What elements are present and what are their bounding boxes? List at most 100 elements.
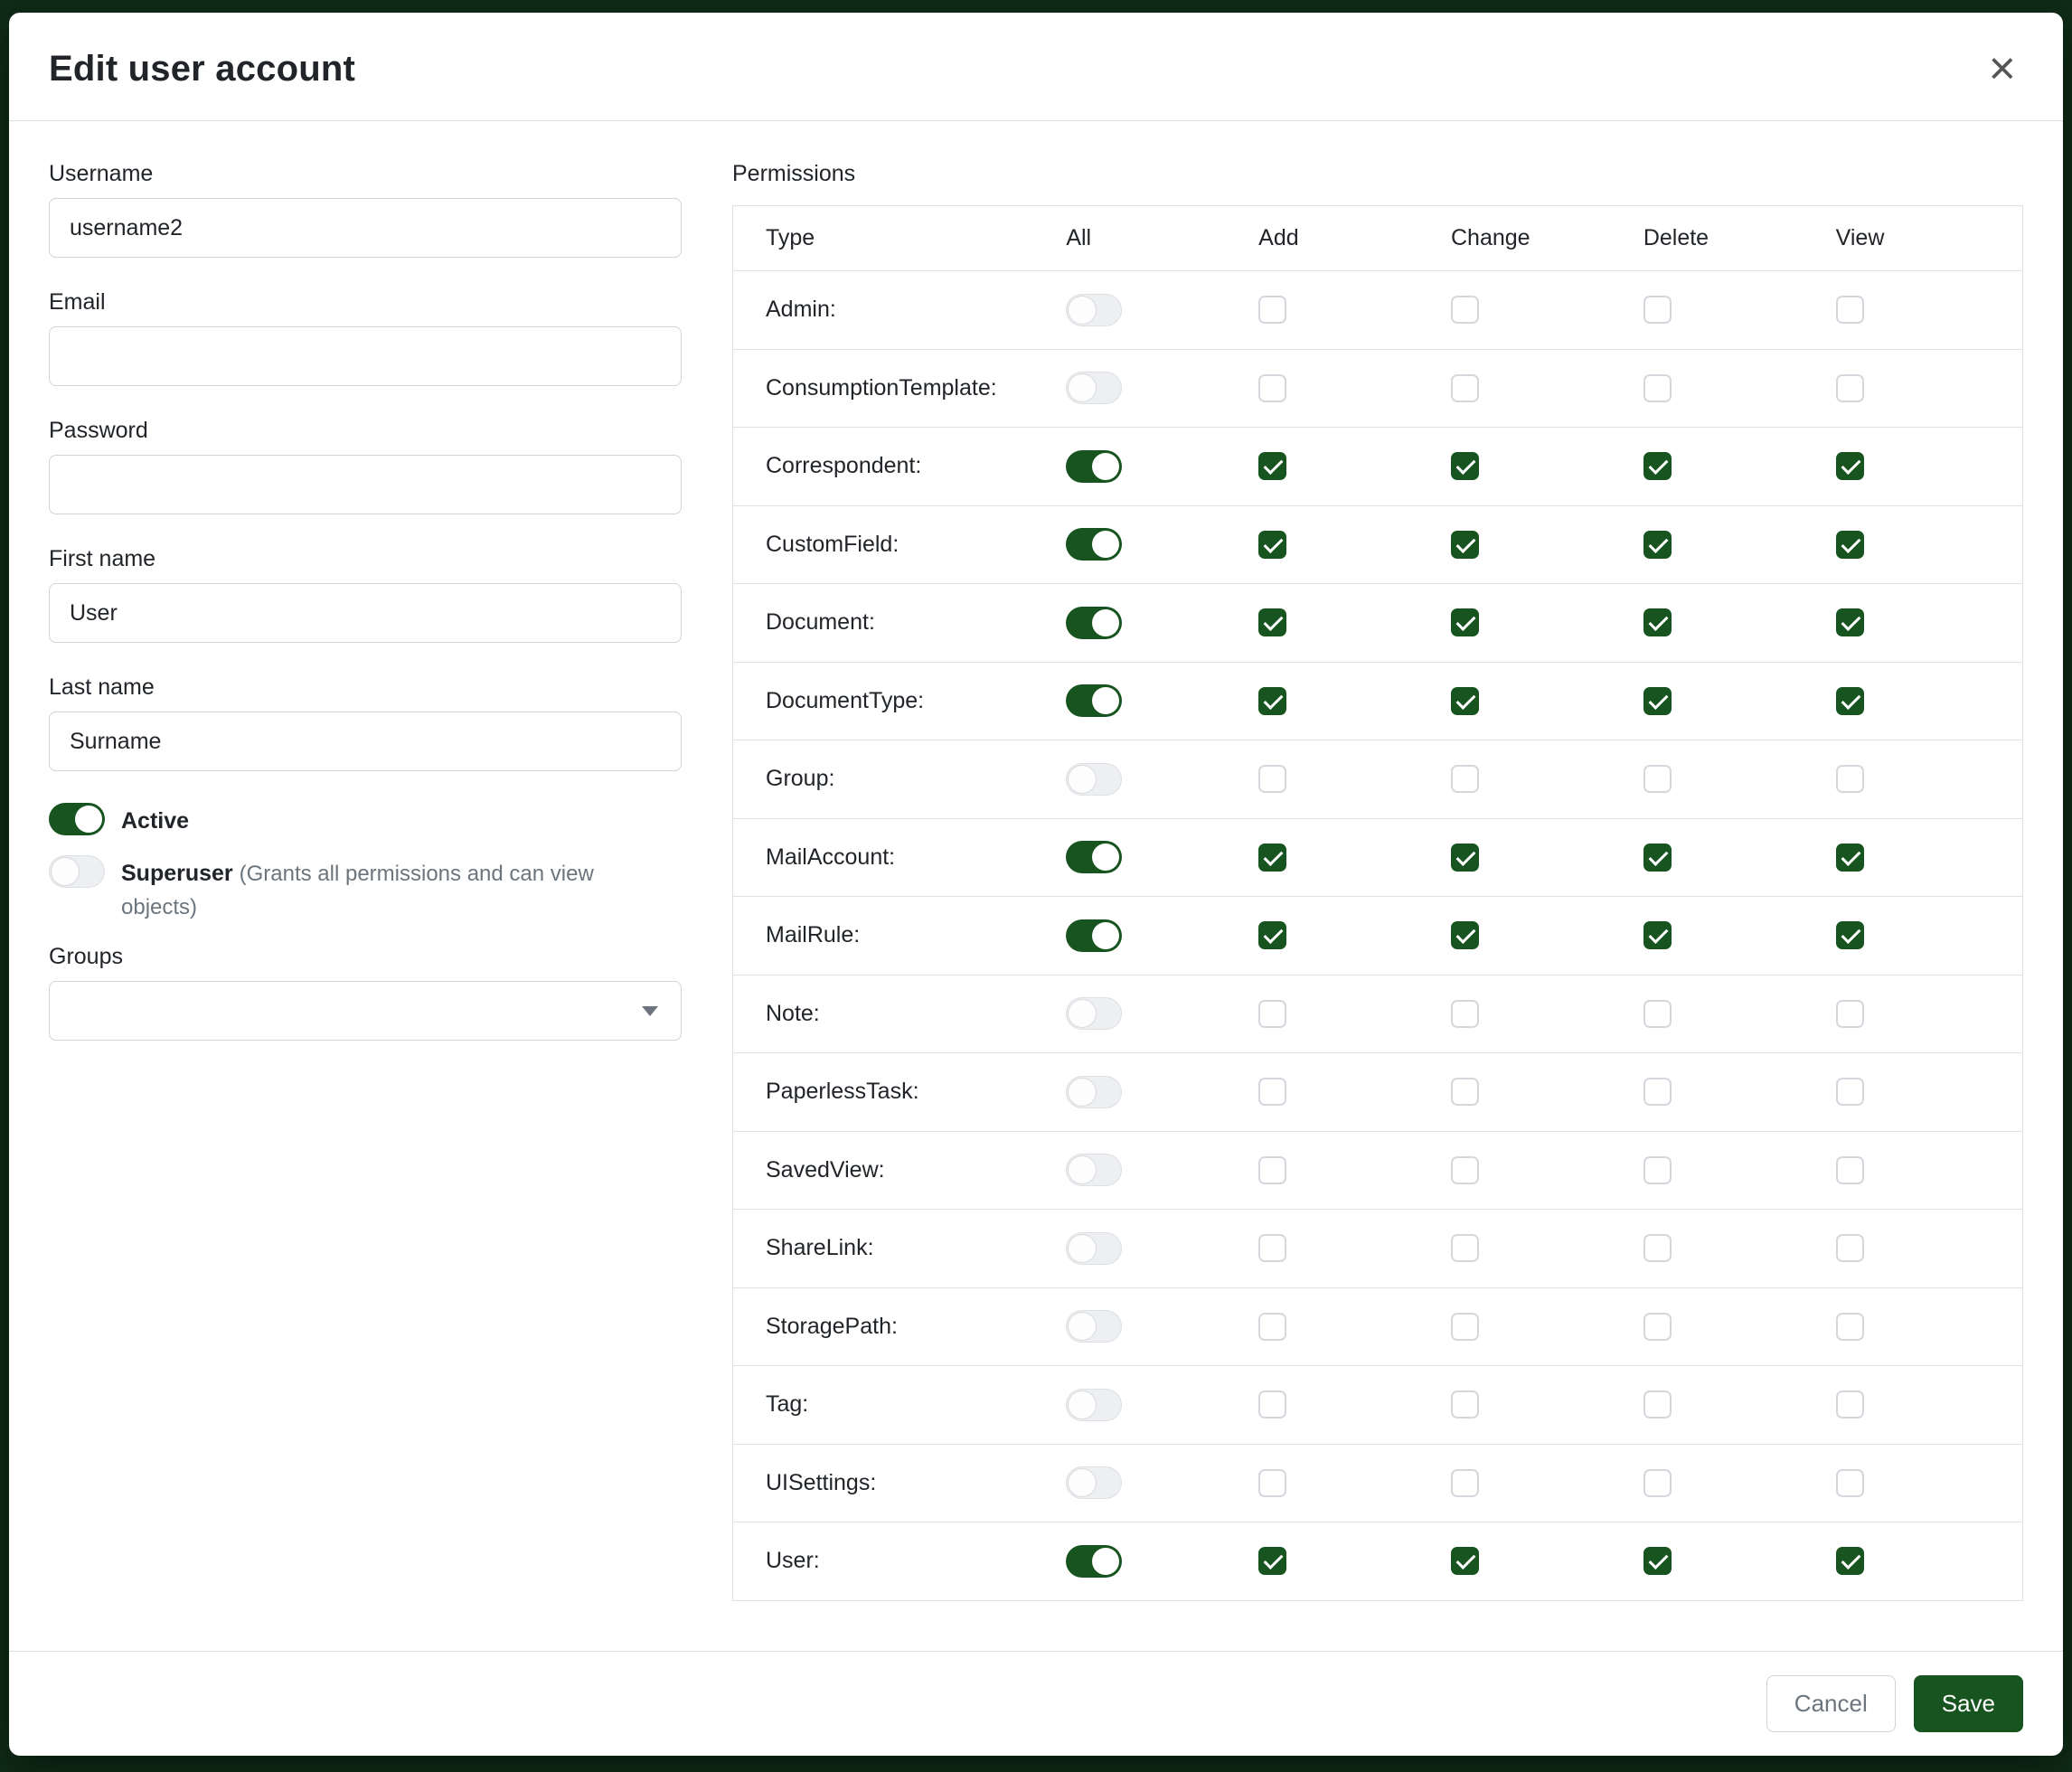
all-toggle[interactable] <box>1066 1310 1122 1343</box>
view-checkbox[interactable] <box>1836 1547 1864 1575</box>
delete-checkbox[interactable] <box>1643 296 1672 324</box>
delete-checkbox[interactable] <box>1643 844 1672 872</box>
add-checkbox[interactable] <box>1258 1547 1286 1575</box>
delete-checkbox[interactable] <box>1643 374 1672 402</box>
delete-checkbox[interactable] <box>1643 1234 1672 1262</box>
add-checkbox[interactable] <box>1258 1078 1286 1106</box>
add-checkbox[interactable] <box>1258 531 1286 559</box>
view-checkbox[interactable] <box>1836 1156 1864 1184</box>
view-checkbox[interactable] <box>1836 1078 1864 1106</box>
change-checkbox[interactable] <box>1451 1390 1479 1419</box>
delete-checkbox[interactable] <box>1643 921 1672 949</box>
all-toggle[interactable] <box>1066 763 1122 796</box>
view-checkbox[interactable] <box>1836 452 1864 480</box>
all-toggle[interactable] <box>1066 1076 1122 1108</box>
view-checkbox[interactable] <box>1836 531 1864 559</box>
all-toggle[interactable] <box>1066 1154 1122 1186</box>
delete-checkbox[interactable] <box>1643 1469 1672 1497</box>
change-checkbox[interactable] <box>1451 1234 1479 1262</box>
change-checkbox[interactable] <box>1451 374 1479 402</box>
delete-checkbox[interactable] <box>1643 765 1672 793</box>
add-checkbox[interactable] <box>1258 765 1286 793</box>
add-checkbox[interactable] <box>1258 296 1286 324</box>
change-checkbox[interactable] <box>1451 1000 1479 1028</box>
change-checkbox[interactable] <box>1451 531 1479 559</box>
delete-checkbox[interactable] <box>1643 1156 1672 1184</box>
delete-checkbox[interactable] <box>1643 608 1672 636</box>
all-toggle[interactable] <box>1066 294 1122 326</box>
change-checkbox[interactable] <box>1451 296 1479 324</box>
view-checkbox[interactable] <box>1836 1000 1864 1028</box>
close-icon[interactable]: × <box>1982 49 2023 89</box>
all-toggle[interactable] <box>1066 450 1122 483</box>
add-checkbox[interactable] <box>1258 452 1286 480</box>
delete-checkbox[interactable] <box>1643 1390 1672 1419</box>
change-checkbox[interactable] <box>1451 1078 1479 1106</box>
all-toggle[interactable] <box>1066 841 1122 873</box>
add-checkbox[interactable] <box>1258 1313 1286 1341</box>
change-checkbox[interactable] <box>1451 844 1479 872</box>
change-checkbox[interactable] <box>1451 1469 1479 1497</box>
view-checkbox[interactable] <box>1836 296 1864 324</box>
add-checkbox[interactable] <box>1258 687 1286 715</box>
last-name-input[interactable] <box>49 712 682 771</box>
view-checkbox[interactable] <box>1836 374 1864 402</box>
add-checkbox[interactable] <box>1258 844 1286 872</box>
change-checkbox[interactable] <box>1451 687 1479 715</box>
view-checkbox[interactable] <box>1836 1313 1864 1341</box>
delete-checkbox[interactable] <box>1643 531 1672 559</box>
delete-checkbox[interactable] <box>1643 687 1672 715</box>
all-toggle[interactable] <box>1066 684 1122 717</box>
view-checkbox[interactable] <box>1836 1390 1864 1419</box>
delete-checkbox[interactable] <box>1643 1078 1672 1106</box>
add-checkbox[interactable] <box>1258 374 1286 402</box>
cell-view <box>1831 1444 2023 1522</box>
delete-checkbox[interactable] <box>1643 1547 1672 1575</box>
all-toggle[interactable] <box>1066 607 1122 639</box>
delete-checkbox[interactable] <box>1643 452 1672 480</box>
add-checkbox[interactable] <box>1258 1390 1286 1419</box>
all-toggle[interactable] <box>1066 1545 1122 1578</box>
all-toggle[interactable] <box>1066 372 1122 404</box>
all-toggle[interactable] <box>1066 1232 1122 1265</box>
first-name-input[interactable] <box>49 583 682 643</box>
view-checkbox[interactable] <box>1836 1469 1864 1497</box>
view-checkbox[interactable] <box>1836 844 1864 872</box>
add-checkbox[interactable] <box>1258 1469 1286 1497</box>
view-checkbox[interactable] <box>1836 921 1864 949</box>
all-toggle[interactable] <box>1066 1466 1122 1499</box>
change-checkbox[interactable] <box>1451 1547 1479 1575</box>
save-button[interactable]: Save <box>1914 1675 2023 1732</box>
all-toggle[interactable] <box>1066 919 1122 952</box>
view-checkbox[interactable] <box>1836 765 1864 793</box>
view-checkbox[interactable] <box>1836 608 1864 636</box>
add-checkbox[interactable] <box>1258 608 1286 636</box>
active-toggle[interactable] <box>49 803 105 835</box>
all-toggle[interactable] <box>1066 1389 1122 1421</box>
add-checkbox[interactable] <box>1258 1234 1286 1262</box>
cell-change <box>1446 1444 1638 1522</box>
change-checkbox[interactable] <box>1451 452 1479 480</box>
change-checkbox[interactable] <box>1451 1313 1479 1341</box>
delete-checkbox[interactable] <box>1643 1313 1672 1341</box>
change-checkbox[interactable] <box>1451 1156 1479 1184</box>
view-checkbox[interactable] <box>1836 1234 1864 1262</box>
col-header-change: Change <box>1446 206 1638 271</box>
all-toggle[interactable] <box>1066 528 1122 561</box>
password-field[interactable] <box>49 455 682 514</box>
change-checkbox[interactable] <box>1451 921 1479 949</box>
cancel-button[interactable]: Cancel <box>1766 1675 1896 1732</box>
change-checkbox[interactable] <box>1451 608 1479 636</box>
email-field[interactable] <box>49 326 682 386</box>
superuser-toggle[interactable] <box>49 855 105 888</box>
change-checkbox[interactable] <box>1451 765 1479 793</box>
username-input[interactable] <box>49 198 682 258</box>
delete-checkbox[interactable] <box>1643 1000 1672 1028</box>
cell-delete <box>1638 662 1831 740</box>
view-checkbox[interactable] <box>1836 687 1864 715</box>
add-checkbox[interactable] <box>1258 1156 1286 1184</box>
all-toggle[interactable] <box>1066 997 1122 1030</box>
groups-select[interactable] <box>49 981 682 1041</box>
add-checkbox[interactable] <box>1258 921 1286 949</box>
add-checkbox[interactable] <box>1258 1000 1286 1028</box>
